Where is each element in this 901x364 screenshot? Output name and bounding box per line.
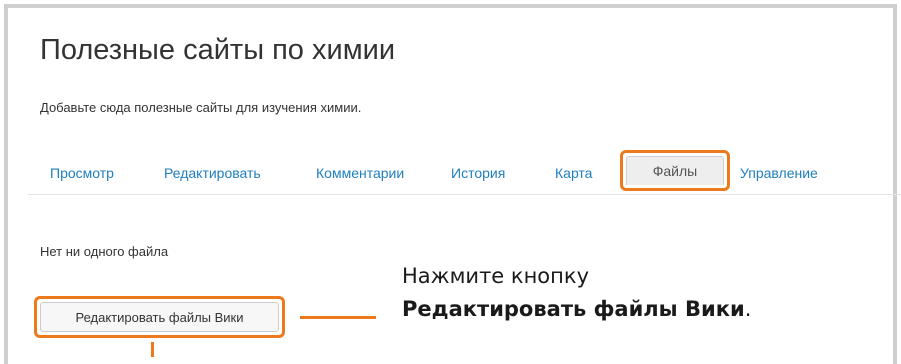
tab-edit[interactable]: Редактировать [164, 165, 261, 181]
tab-files-highlight: Файлы [620, 150, 730, 191]
instruction-callout: Нажмите кнопку Редактировать файлы Вики. [402, 260, 751, 326]
tab-view[interactable]: Просмотр [50, 165, 114, 181]
tab-manage[interactable]: Управление [740, 165, 818, 181]
tab-history[interactable]: История [451, 165, 505, 181]
page-description: Добавьте сюда полезные сайты для изучени… [40, 100, 362, 115]
callout-suffix: . [744, 297, 752, 321]
callout-connector-horizontal [300, 316, 376, 319]
tab-files[interactable]: Файлы [626, 156, 724, 185]
page-title: Полезные сайты по химии [40, 34, 396, 66]
callout-line-1: Нажмите кнопку [402, 264, 590, 288]
callout-connector-vertical [151, 342, 154, 357]
tab-bar: Просмотр Редактировать Комментарии Истор… [28, 148, 901, 195]
edit-wiki-files-button[interactable]: Редактировать файлы Вики [40, 302, 279, 332]
tab-map[interactable]: Карта [555, 165, 592, 181]
callout-bold-text: Редактировать файлы Вики [402, 297, 745, 321]
edit-files-button-highlight: Редактировать файлы Вики [34, 296, 285, 338]
no-files-message: Нет ни одного файла [40, 244, 169, 259]
tab-comments[interactable]: Комментарии [316, 165, 404, 181]
callout-line-2: Редактировать файлы Вики. [402, 293, 751, 326]
